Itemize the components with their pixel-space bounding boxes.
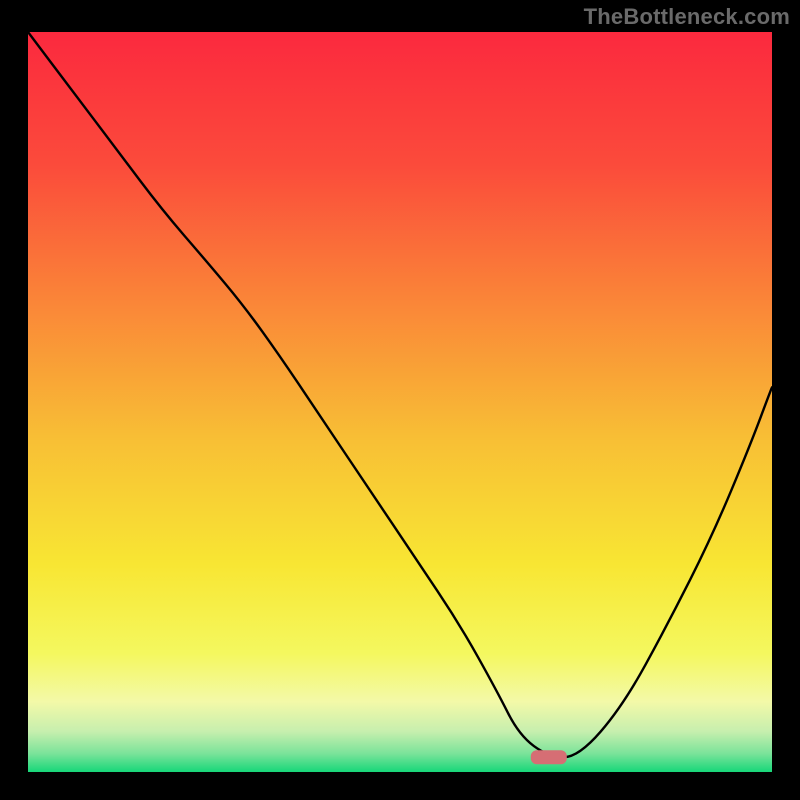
optimal-marker — [531, 750, 567, 764]
bottleneck-chart — [28, 32, 772, 772]
gradient-background — [28, 32, 772, 772]
chart-frame: TheBottleneck.com — [0, 0, 800, 800]
plot-area — [28, 32, 772, 772]
watermark-text: TheBottleneck.com — [584, 4, 790, 30]
